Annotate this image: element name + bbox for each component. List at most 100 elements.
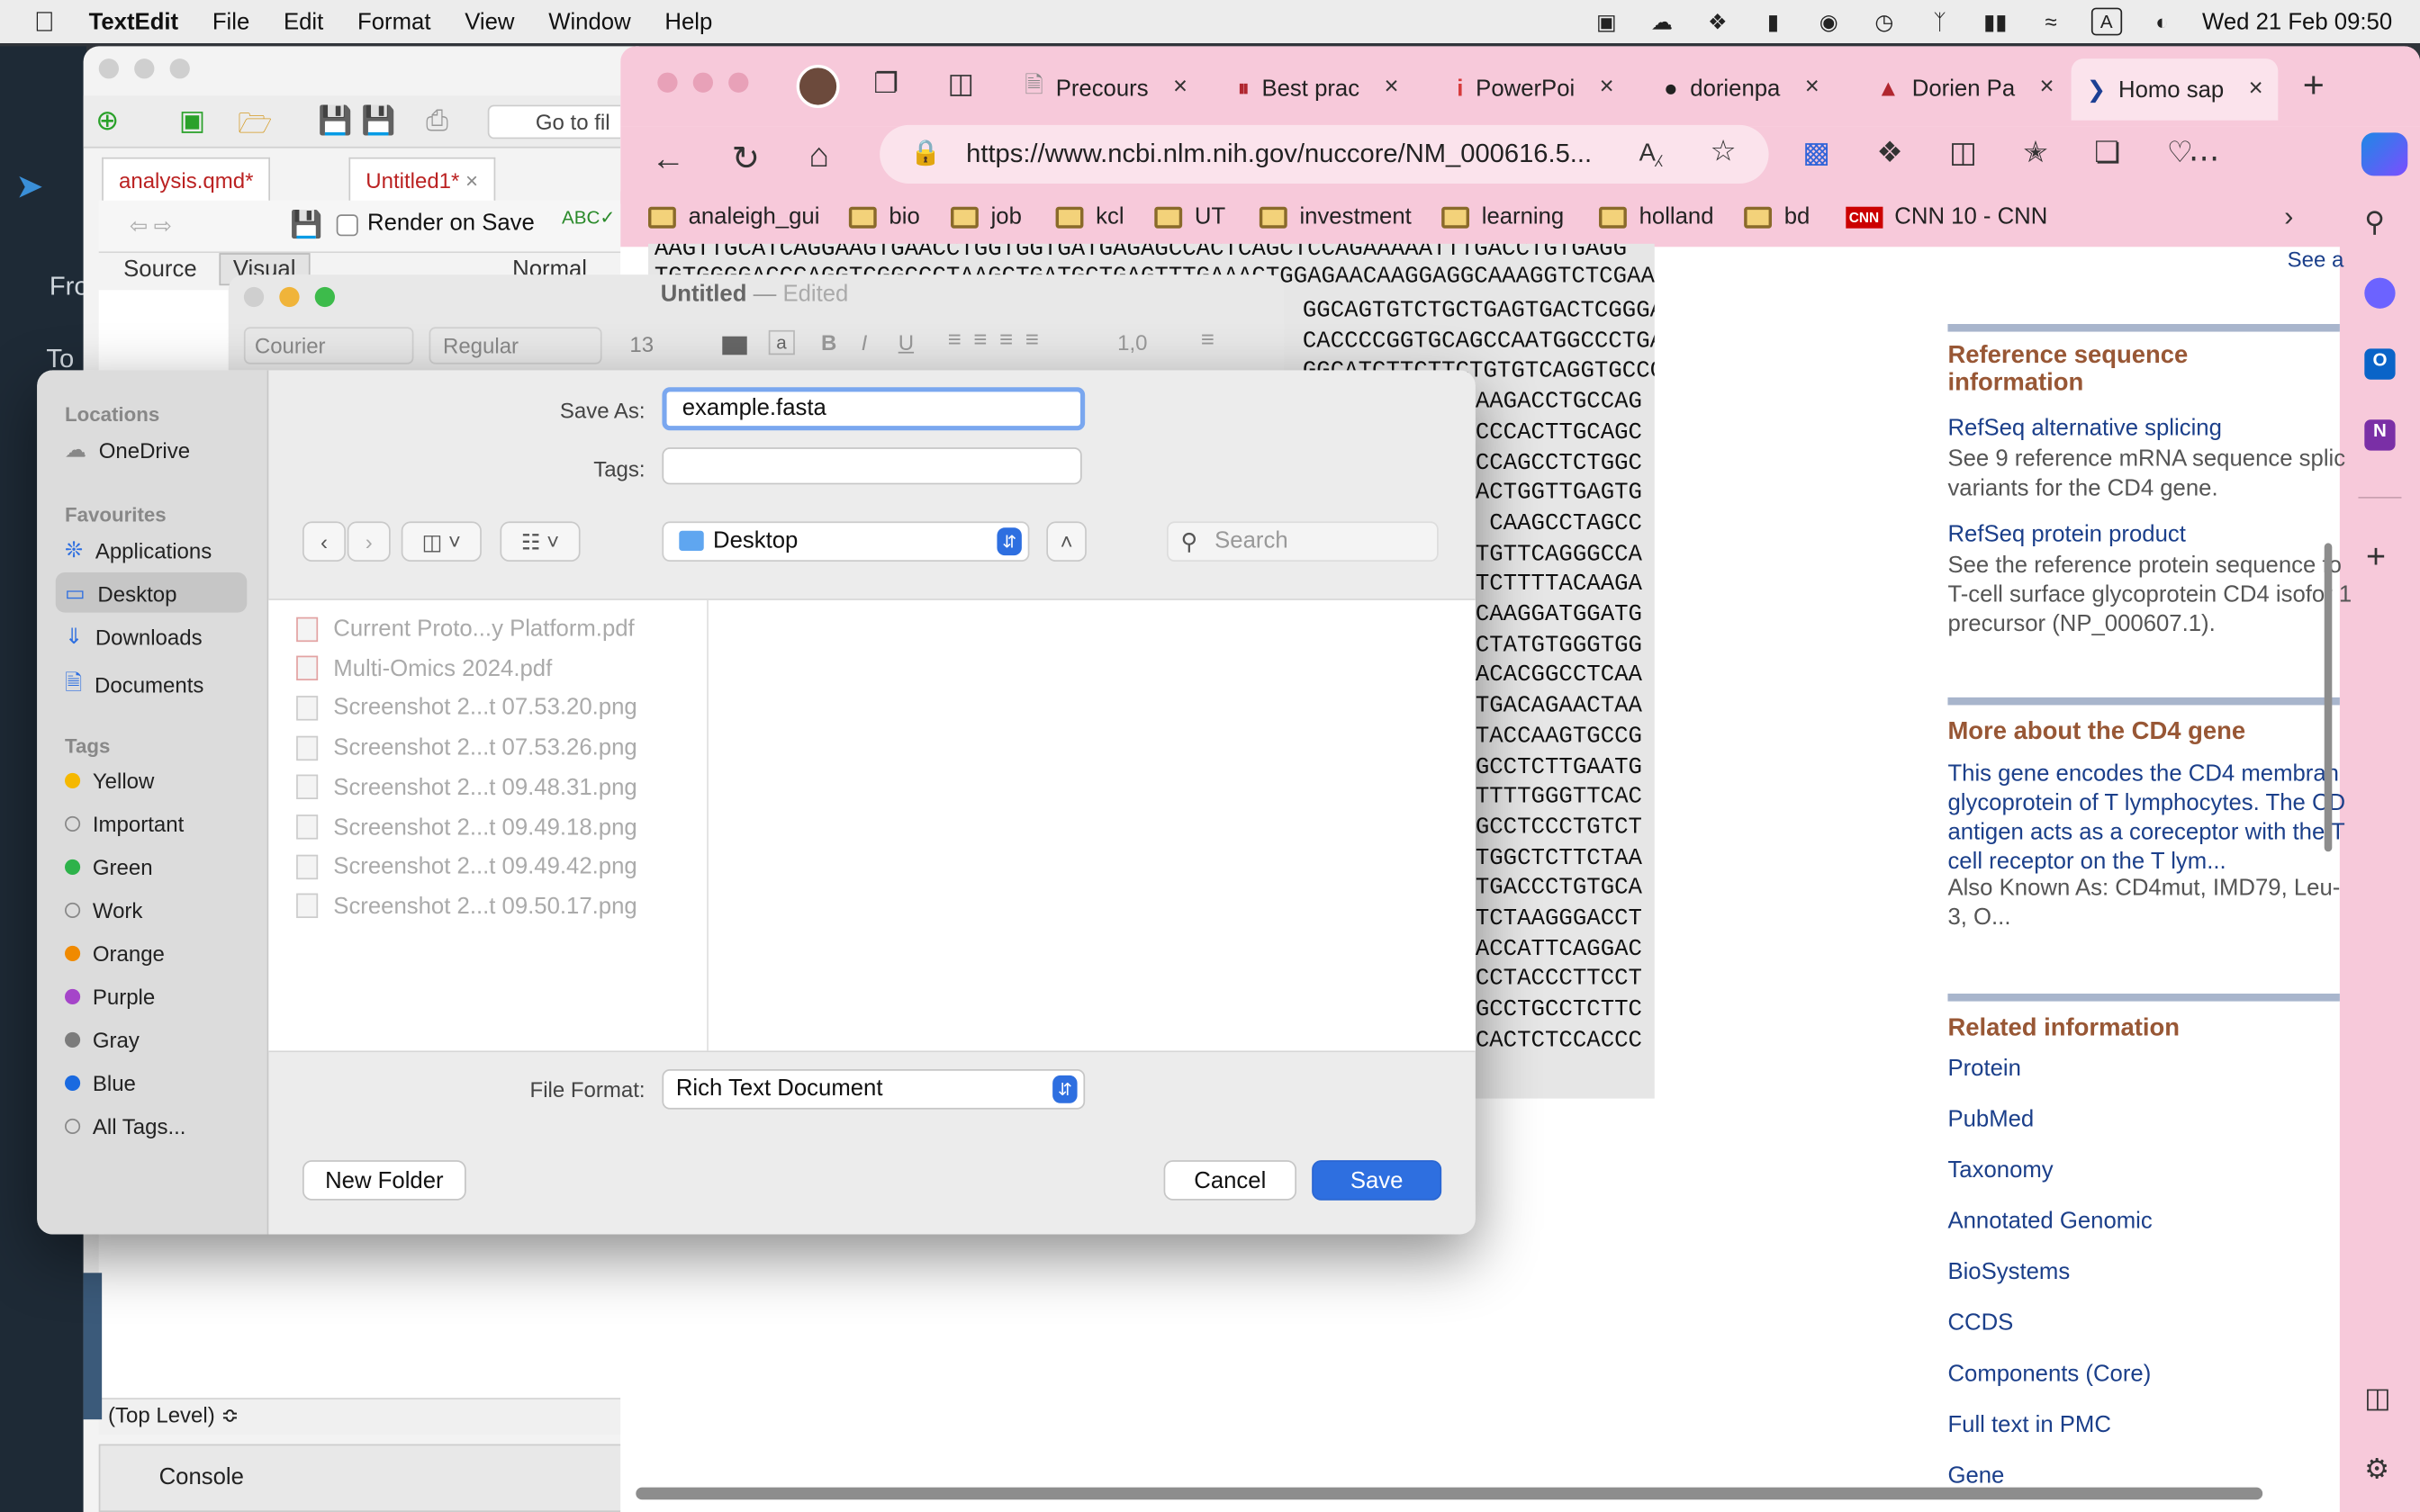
minimize-window-icon[interactable] (279, 286, 300, 308)
bookmark-holland[interactable]: holland (1599, 203, 1714, 230)
sidebar-tag-item[interactable]: Work (65, 898, 142, 922)
bookmark-bio[interactable]: bio (848, 203, 920, 230)
related-gene[interactable]: Gene (1947, 1462, 2004, 1489)
tab-actions-icon[interactable]: ◫ (948, 68, 974, 100)
bookmark-investment[interactable]: investment (1259, 203, 1412, 230)
home-icon[interactable]: ⌂ (808, 136, 829, 176)
menu-view[interactable]: View (465, 8, 514, 34)
sidebar-tag-item[interactable]: Yellow (65, 769, 154, 793)
cancel-button[interactable]: Cancel (1163, 1160, 1297, 1201)
close-tab-icon[interactable]: × (1805, 74, 1820, 102)
bookmark-cnn[interactable]: CNN CNN 10 - CNN (1846, 203, 2047, 230)
search-input[interactable]: ⚲ Search (1167, 521, 1439, 562)
refresh-icon[interactable]: ↻ (732, 139, 761, 179)
sidebar-tag-item[interactable]: Purple (65, 985, 155, 1009)
browser-tab-2[interactable]: ⏸ Best prac × (1238, 62, 1399, 114)
vpn-icon[interactable]: ◉ (1813, 8, 1844, 33)
bold-icon[interactable]: B (821, 330, 836, 355)
cloud-icon[interactable]: ☁ (1647, 8, 1677, 33)
list-icon[interactable]: ≡ (1201, 327, 1215, 353)
wifi-icon[interactable]: ≈ (2036, 9, 2066, 33)
vertical-scrollbar[interactable] (2324, 543, 2333, 852)
menubar-clock[interactable]: Wed 21 Feb 09:50 (2202, 8, 2392, 34)
sidebar-tag-item[interactable]: Orange (65, 941, 165, 966)
screenshot-icon[interactable]: ▣ (1591, 8, 1621, 33)
copilot-icon[interactable] (2361, 132, 2408, 176)
back-forward-icon[interactable]: ⇦ ⇨ (130, 213, 172, 239)
zoom-window-icon[interactable] (314, 286, 336, 308)
close-icon[interactable]: × (465, 168, 478, 193)
translate-icon[interactable]: ▩ (1802, 136, 1830, 171)
related-ccds[interactable]: CCDS (1947, 1310, 2013, 1336)
file-list-item[interactable]: Current Proto...y Platform.pdf (296, 616, 635, 642)
menu-window[interactable]: Window (548, 8, 630, 34)
back-button[interactable]: ‹ (302, 521, 347, 562)
menu-edit[interactable]: Edit (284, 8, 323, 34)
browser-tab-active[interactable]: ❯ Homo sap × (2071, 58, 2279, 121)
lock-icon[interactable]: 🔒 (910, 138, 941, 168)
sidebar-item-desktop[interactable]: ▭ Desktop (65, 580, 176, 607)
editor-save-icon[interactable]: 💾 (290, 210, 322, 240)
extensions-icon[interactable]: ❖ (1877, 136, 1903, 171)
new-folder-button[interactable]: New Folder (302, 1160, 466, 1201)
close-tab-icon[interactable]: × (2040, 74, 2054, 102)
print-icon[interactable]: ⎙ (426, 105, 448, 138)
menu-file[interactable]: File (212, 8, 249, 34)
tab-untitled1[interactable]: Untitled1* × (348, 157, 495, 201)
highlight-icon[interactable]: a (768, 329, 795, 356)
add-icon[interactable]: + (2366, 537, 2386, 578)
go-to-file-input[interactable]: Go to fil (487, 104, 639, 140)
related-biosystems[interactable]: BioSystems (1947, 1259, 2070, 1285)
console-pane[interactable]: Console (98, 1444, 639, 1512)
bookmark-kcl[interactable]: kcl (1055, 203, 1124, 230)
font-size-select[interactable]: 13 (620, 327, 691, 364)
tab-analysis-qmd[interactable]: analysis.qmd* (102, 157, 271, 201)
file-list-item[interactable]: Screenshot 2...t 07.53.20.png (296, 695, 637, 721)
related-taxonomy[interactable]: Taxonomy (1947, 1157, 2053, 1184)
save-button[interactable]: Save (1312, 1160, 1442, 1201)
onenote-icon[interactable]: N (2364, 419, 2396, 451)
text-color-icon[interactable] (722, 336, 747, 356)
timer-icon[interactable]: ◷ (1869, 8, 1900, 33)
alignment-icon[interactable]: ≡≡≡≡ (948, 327, 1052, 353)
new-project-icon[interactable]: ▣ (179, 105, 205, 138)
tags-input[interactable] (662, 447, 1082, 485)
group-button[interactable]: ☷ ˅ (500, 521, 581, 562)
font-family-select[interactable]: Courier (243, 327, 414, 364)
sidebar-item-onedrive[interactable]: ☁ OneDrive (65, 436, 190, 463)
alt-splicing-link[interactable]: RefSeq alternative splicing (1947, 415, 2221, 441)
file-list-item[interactable]: Screenshot 2...t 09.49.42.png (296, 853, 637, 879)
input-source-icon[interactable]: A (2090, 7, 2122, 36)
battery-icon[interactable]: ▮▮ (1980, 8, 2010, 33)
favorite-star-icon[interactable]: ☆ (1710, 134, 1736, 169)
copilot-sidebar-icon[interactable] (2364, 277, 2396, 309)
line-spacing-select[interactable]: 1,0 (1117, 330, 1147, 355)
menu-help[interactable]: Help (664, 8, 712, 34)
related-annotated-genomic[interactable]: Annotated Genomic (1947, 1208, 2152, 1234)
more-icon[interactable]: ⋯ (2189, 139, 2219, 177)
mode-source[interactable]: Source (123, 256, 196, 283)
close-tab-icon[interactable]: × (2249, 76, 2263, 104)
back-icon[interactable]: ← (651, 139, 685, 179)
close-tab-icon[interactable]: × (1385, 74, 1399, 102)
file-list-item[interactable]: Screenshot 2...t 09.49.18.png (296, 814, 637, 840)
settings-gear-icon[interactable]: ⚙ (2364, 1454, 2389, 1486)
sidebar-tag-item[interactable]: Gray (65, 1028, 140, 1052)
bookmark-analeigh-gui[interactable]: analeigh_gui (648, 203, 819, 230)
bookmark-learning[interactable]: learning (1441, 203, 1564, 230)
open-folder-icon[interactable]: 🗁 (238, 105, 272, 151)
render-on-save-checkbox[interactable] (336, 214, 358, 237)
collections-icon[interactable]: ❏ (2094, 136, 2120, 171)
browser-tab-5[interactable]: ▲ Dorien Pa × (1877, 62, 2054, 114)
chevron-right-icon[interactable]: › (2284, 201, 2293, 233)
underline-icon[interactable]: U (898, 330, 914, 355)
new-file-icon[interactable]: ⊕ (95, 105, 119, 138)
browser-tab-4[interactable]: ● dorienpa × (1664, 62, 1820, 114)
save-as-input[interactable]: example.fasta (662, 387, 1086, 431)
browser-tab-1[interactable]: 🗎 Precours × (1025, 62, 1187, 114)
menu-app-name[interactable]: TextEdit (89, 8, 179, 34)
browser-tab-3[interactable]: i PowerPoi × (1457, 62, 1613, 114)
bookmark-bd[interactable]: bd (1744, 203, 1810, 230)
italic-icon[interactable]: I (862, 330, 868, 355)
sidebar-tag-item[interactable]: Green (65, 855, 153, 879)
